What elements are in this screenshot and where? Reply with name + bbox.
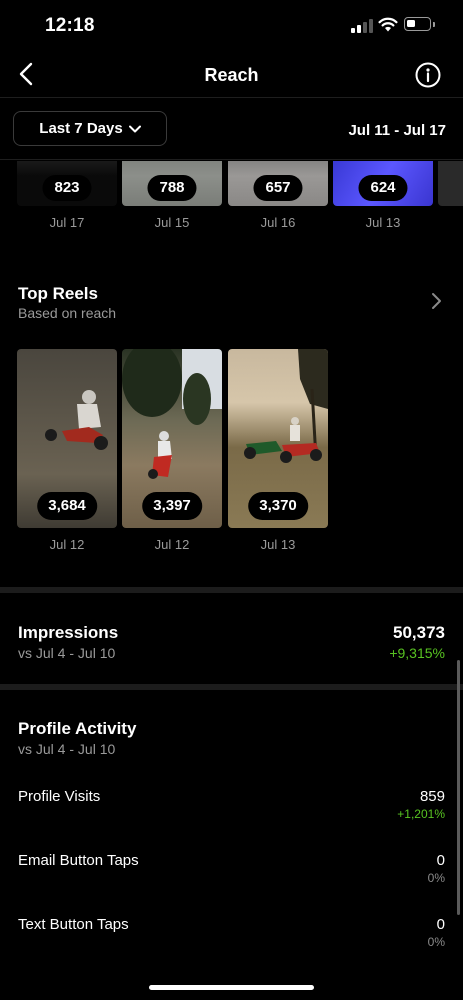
text-button-taps-label: Text Button Taps: [18, 916, 129, 933]
reel-date: Jul 12: [49, 537, 85, 552]
email-button-taps-value: 0: [436, 852, 445, 869]
story-reach-badge: 788: [147, 175, 197, 201]
impressions-comparison: vs Jul 4 - Jul 10: [18, 645, 116, 661]
battery-icon: [404, 17, 435, 31]
info-icon[interactable]: [415, 62, 441, 88]
reel-reach-badge: 3,370: [248, 492, 308, 520]
story-reach-badge: 624: [358, 175, 408, 201]
impressions-title: Impressions: [18, 623, 119, 642]
email-button-taps-change: 0%: [427, 871, 445, 885]
date-range-text: Jul 11 - Jul 17: [348, 122, 446, 139]
story-date: Jul 13: [365, 215, 401, 230]
date-range-dropdown[interactable]: Last 7 Days: [13, 111, 167, 146]
chevron-right-icon[interactable]: [430, 292, 442, 310]
story-thumbnail[interactable]: 657: [228, 161, 328, 206]
text-button-taps-value: 0: [436, 916, 445, 933]
filter-row: Last 7 Days Jul 11 - Jul 17: [0, 98, 463, 160]
profile-visits-label: Profile Visits: [18, 788, 101, 805]
profile-activity-comparison: vs Jul 4 - Jul 10: [18, 741, 116, 757]
date-range-dropdown-label: Last 7 Days: [39, 120, 123, 137]
top-stories-row: 823 788 657 624: [0, 161, 463, 207]
text-button-taps-change: 0%: [427, 935, 445, 949]
email-button-taps-label: Email Button Taps: [18, 852, 139, 869]
reel-reach-badge: 3,397: [142, 492, 202, 520]
profile-visits-change: +1,201%: [397, 807, 445, 821]
story-thumbnail[interactable]: 788: [122, 161, 222, 206]
signal-icon: [351, 19, 373, 33]
story-thumbnail[interactable]: 823: [17, 161, 117, 206]
reel-thumbnail[interactable]: 3,684: [17, 349, 117, 528]
story-date: Jul 15: [154, 215, 190, 230]
story-reach-badge: 823: [42, 175, 92, 201]
story-thumbnail[interactable]: 624: [333, 161, 433, 206]
reel-date: Jul 13: [260, 537, 296, 552]
section-divider: [0, 587, 463, 593]
reel-thumbnail[interactable]: 3,370: [228, 349, 328, 528]
page-title: Reach: [204, 65, 259, 85]
story-date: Jul 16: [260, 215, 296, 230]
profile-activity-title: Profile Activity: [18, 719, 137, 738]
status-time: 12:18: [45, 15, 95, 36]
section-divider: [0, 684, 463, 690]
top-reels-title: Top Reels: [18, 284, 98, 303]
reel-date: Jul 12: [154, 537, 190, 552]
story-date: Jul 17: [49, 215, 85, 230]
impressions-value: 50,373: [393, 623, 445, 642]
story-thumbnail[interactable]: [438, 161, 463, 206]
reel-reach-badge: 3,684: [37, 492, 97, 520]
scrollbar[interactable]: [457, 660, 460, 915]
profile-visits-value: 859: [419, 788, 445, 805]
wifi-icon: [378, 17, 398, 32]
story-reach-badge: 657: [253, 175, 303, 201]
chevron-down-icon: [128, 125, 141, 132]
status-bar: 12:18: [0, 0, 463, 52]
home-indicator[interactable]: [149, 985, 314, 990]
impressions-change: +9,315%: [389, 645, 445, 661]
top-reels-subtitle: Based on reach: [18, 305, 117, 321]
nav-bar: Reach: [0, 52, 463, 98]
reel-thumbnail[interactable]: 3,397: [122, 349, 222, 528]
